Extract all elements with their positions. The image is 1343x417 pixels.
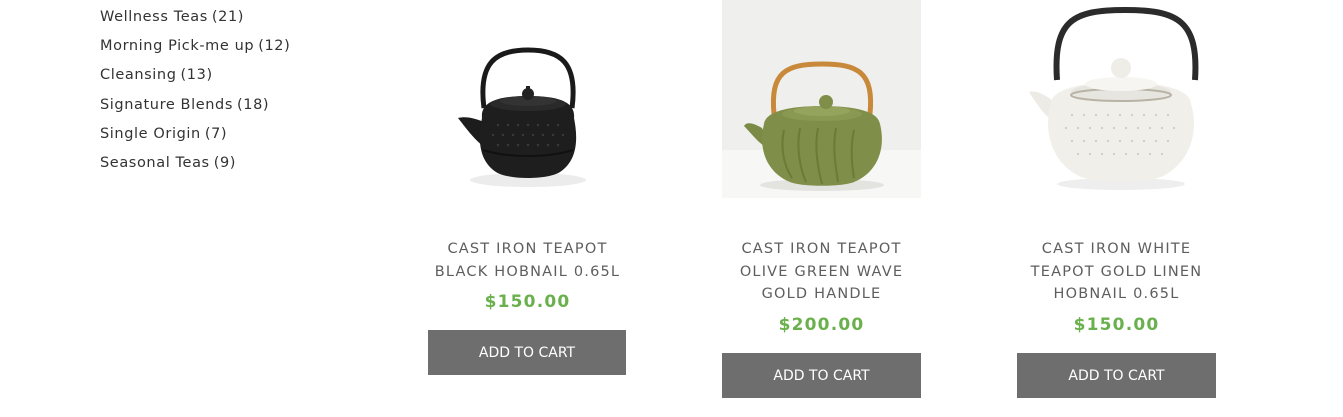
product-title-line: GOLD HANDLE bbox=[761, 286, 882, 302]
category-label: Signature Blends bbox=[100, 96, 234, 113]
product-image-link[interactable] bbox=[1017, 0, 1216, 198]
product-title-line: CAST IRON TEAPOT bbox=[741, 241, 902, 257]
product-card: CAST IRON TEAPOT OLIVE GREEN WAVE GOLD H… bbox=[722, 0, 921, 398]
product-image-link[interactable] bbox=[428, 0, 627, 198]
category-count: (21) bbox=[211, 9, 245, 25]
category-seasonal-teas[interactable]: Seasonal Teas (9) bbox=[100, 151, 290, 180]
product-card: CAST IRON WHITE TEAPOT GOLD LINEN HOBNAI… bbox=[1017, 0, 1216, 398]
category-wellness-teas[interactable]: Wellness Teas (21) bbox=[100, 5, 290, 34]
category-count: (7) bbox=[204, 125, 228, 142]
add-to-cart-button[interactable]: ADD TO CART bbox=[722, 352, 921, 398]
category-single-origin[interactable]: Single Origin (7) bbox=[100, 122, 290, 151]
product-price: $150.00 bbox=[1073, 314, 1160, 335]
product-price: $200.00 bbox=[778, 314, 865, 335]
product-title[interactable]: CAST IRON WHITE TEAPOT GOLD LINEN HOBNAI… bbox=[1017, 238, 1216, 306]
product-title-line: OLIVE GREEN WAVE bbox=[739, 263, 904, 280]
category-label: Single Origin bbox=[100, 125, 201, 142]
category-label: Seasonal Teas bbox=[100, 154, 210, 171]
product-image-link[interactable] bbox=[722, 0, 921, 198]
category-label: Morning Pick-me up bbox=[100, 38, 255, 55]
category-morning-pick-me-up[interactable]: Morning Pick-me up (12) bbox=[100, 34, 290, 63]
black-teapot-image bbox=[428, 0, 627, 198]
product-title[interactable]: CAST IRON TEAPOT BLACK HOBNAIL 0.65L bbox=[428, 238, 627, 283]
category-count: (9) bbox=[213, 154, 237, 171]
product-title-line: CAST IRON WHITE bbox=[1041, 241, 1192, 257]
category-label: Cleansing bbox=[100, 67, 177, 84]
white-teapot-image bbox=[1017, 0, 1216, 198]
olive-green-teapot-image bbox=[722, 0, 921, 198]
product-title-line: CAST IRON TEAPOT bbox=[447, 241, 608, 257]
category-signature-blends[interactable]: Signature Blends (18) bbox=[100, 93, 290, 122]
add-to-cart-button[interactable]: ADD TO CART bbox=[428, 330, 626, 375]
category-list: Wellness Teas (21) Morning Pick-me up (12)… bbox=[100, 5, 290, 180]
product-title-line: TEAPOT GOLD LINEN bbox=[1030, 263, 1203, 280]
product-card: CAST IRON TEAPOT BLACK HOBNAIL 0.65L $15… bbox=[428, 0, 627, 375]
category-count: (12) bbox=[258, 38, 291, 55]
product-title-line: HOBNAIL 0.65L bbox=[1053, 286, 1180, 302]
add-to-cart-button[interactable]: ADD TO CART bbox=[1017, 352, 1216, 398]
product-price: $150.00 bbox=[484, 292, 571, 312]
product-title-line: BLACK HOBNAIL 0.65L bbox=[434, 263, 621, 280]
product-title[interactable]: CAST IRON TEAPOT OLIVE GREEN WAVE GOLD H… bbox=[722, 238, 921, 306]
category-label: Wellness Teas bbox=[100, 9, 208, 25]
category-cleansing[interactable]: Cleansing (13) bbox=[100, 63, 290, 92]
category-count: (18) bbox=[237, 96, 270, 113]
category-count: (13) bbox=[180, 67, 213, 84]
